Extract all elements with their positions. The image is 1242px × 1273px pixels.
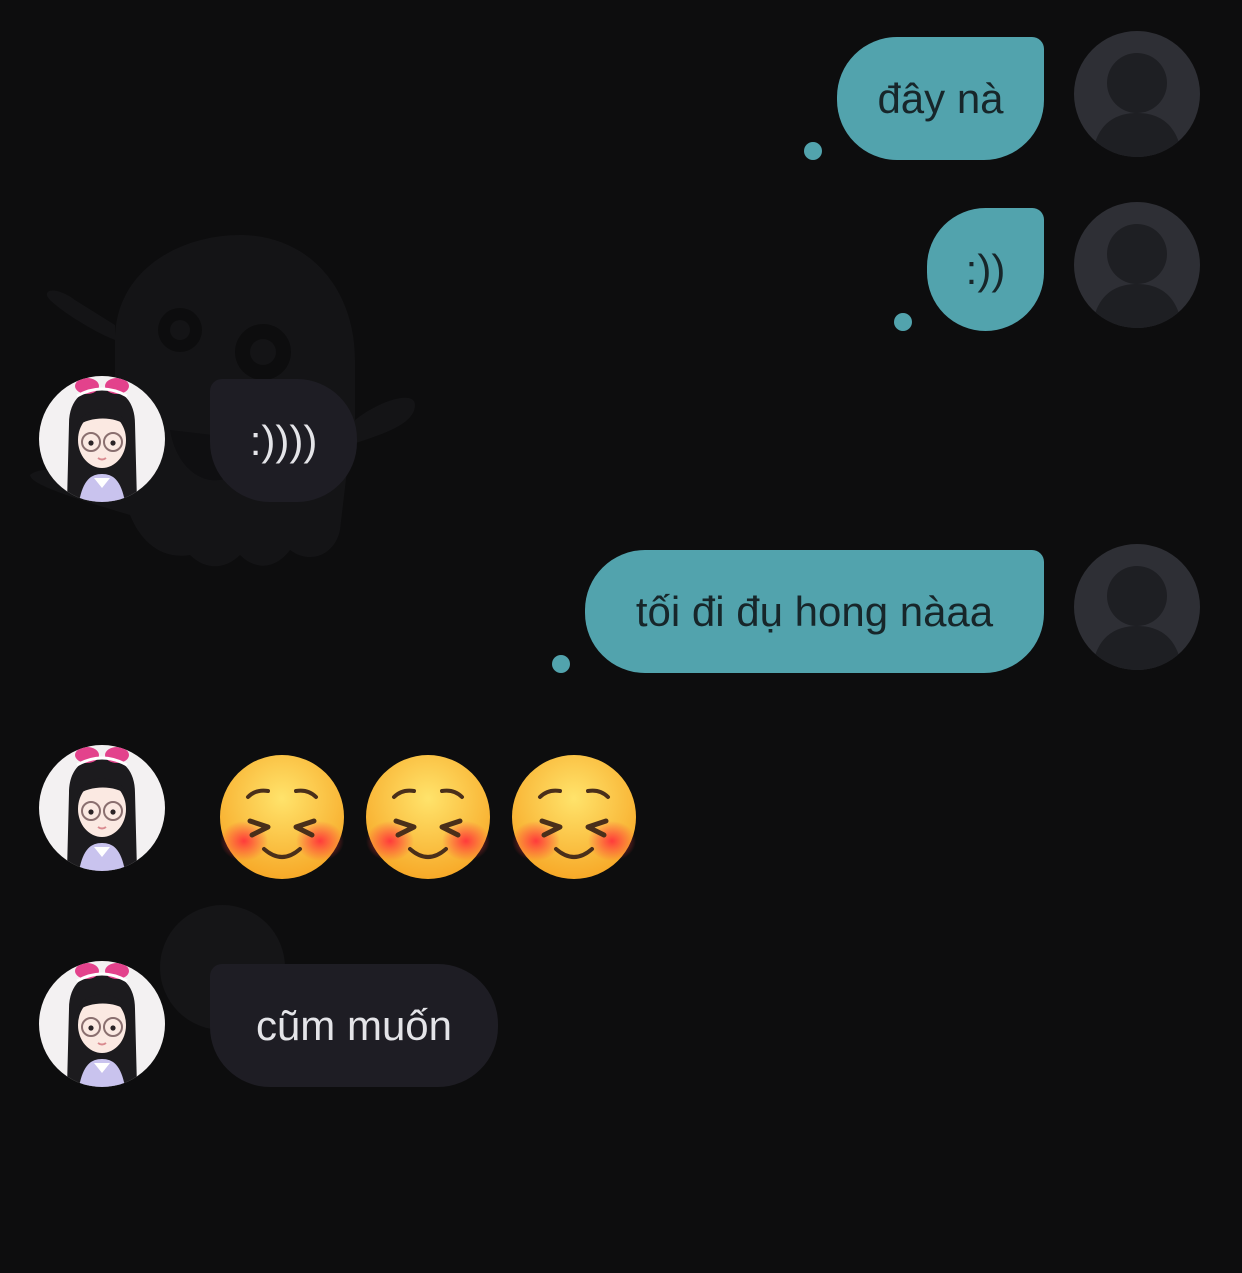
message-bubble-outgoing[interactable]: tối đi đụ hong nàaa — [585, 550, 1044, 673]
cartoon-girl-avatar-icon — [39, 745, 165, 871]
default-user-silhouette-icon — [1074, 202, 1200, 328]
chat-thread: đây nà :)):)))) tối đi đụ hong nàaa cũm… — [0, 0, 1242, 1273]
message-text: :)))) — [249, 416, 318, 464]
message-text: đây nà — [877, 74, 1004, 122]
emoji-message[interactable] — [218, 753, 638, 881]
message-bubble-incoming[interactable]: :)))) — [210, 379, 357, 502]
cartoon-girl-avatar-icon — [39, 376, 165, 502]
bubble-tail-dot — [894, 313, 912, 331]
message-text: cũm muốn — [255, 1001, 453, 1049]
contact-avatar[interactable] — [39, 376, 165, 502]
smiling-face-with-closed-eyes-blush-emoji — [366, 755, 490, 879]
bubble-tail-dot — [804, 142, 822, 160]
smiling-face-with-closed-eyes-blush-emoji — [220, 755, 344, 879]
message-text: :)) — [965, 245, 1006, 293]
cartoon-girl-avatar-icon — [39, 961, 165, 1087]
user-avatar-self[interactable] — [1074, 31, 1200, 157]
user-avatar-self[interactable] — [1074, 202, 1200, 328]
default-user-silhouette-icon — [1074, 31, 1200, 157]
message-bubble-outgoing[interactable]: đây nà — [837, 37, 1044, 160]
bubble-tail-dot — [552, 655, 570, 673]
default-user-silhouette-icon — [1074, 544, 1200, 670]
smiling-face-with-closed-eyes-blush-emoji — [512, 755, 636, 879]
message-bubble-outgoing[interactable]: :)) — [927, 208, 1044, 331]
user-avatar-self[interactable] — [1074, 544, 1200, 670]
message-text: tối đi đụ hong nàaa — [635, 587, 994, 635]
contact-avatar[interactable] — [39, 961, 165, 1087]
message-bubble-incoming[interactable]: cũm muốn — [210, 964, 498, 1087]
contact-avatar[interactable] — [39, 745, 165, 871]
